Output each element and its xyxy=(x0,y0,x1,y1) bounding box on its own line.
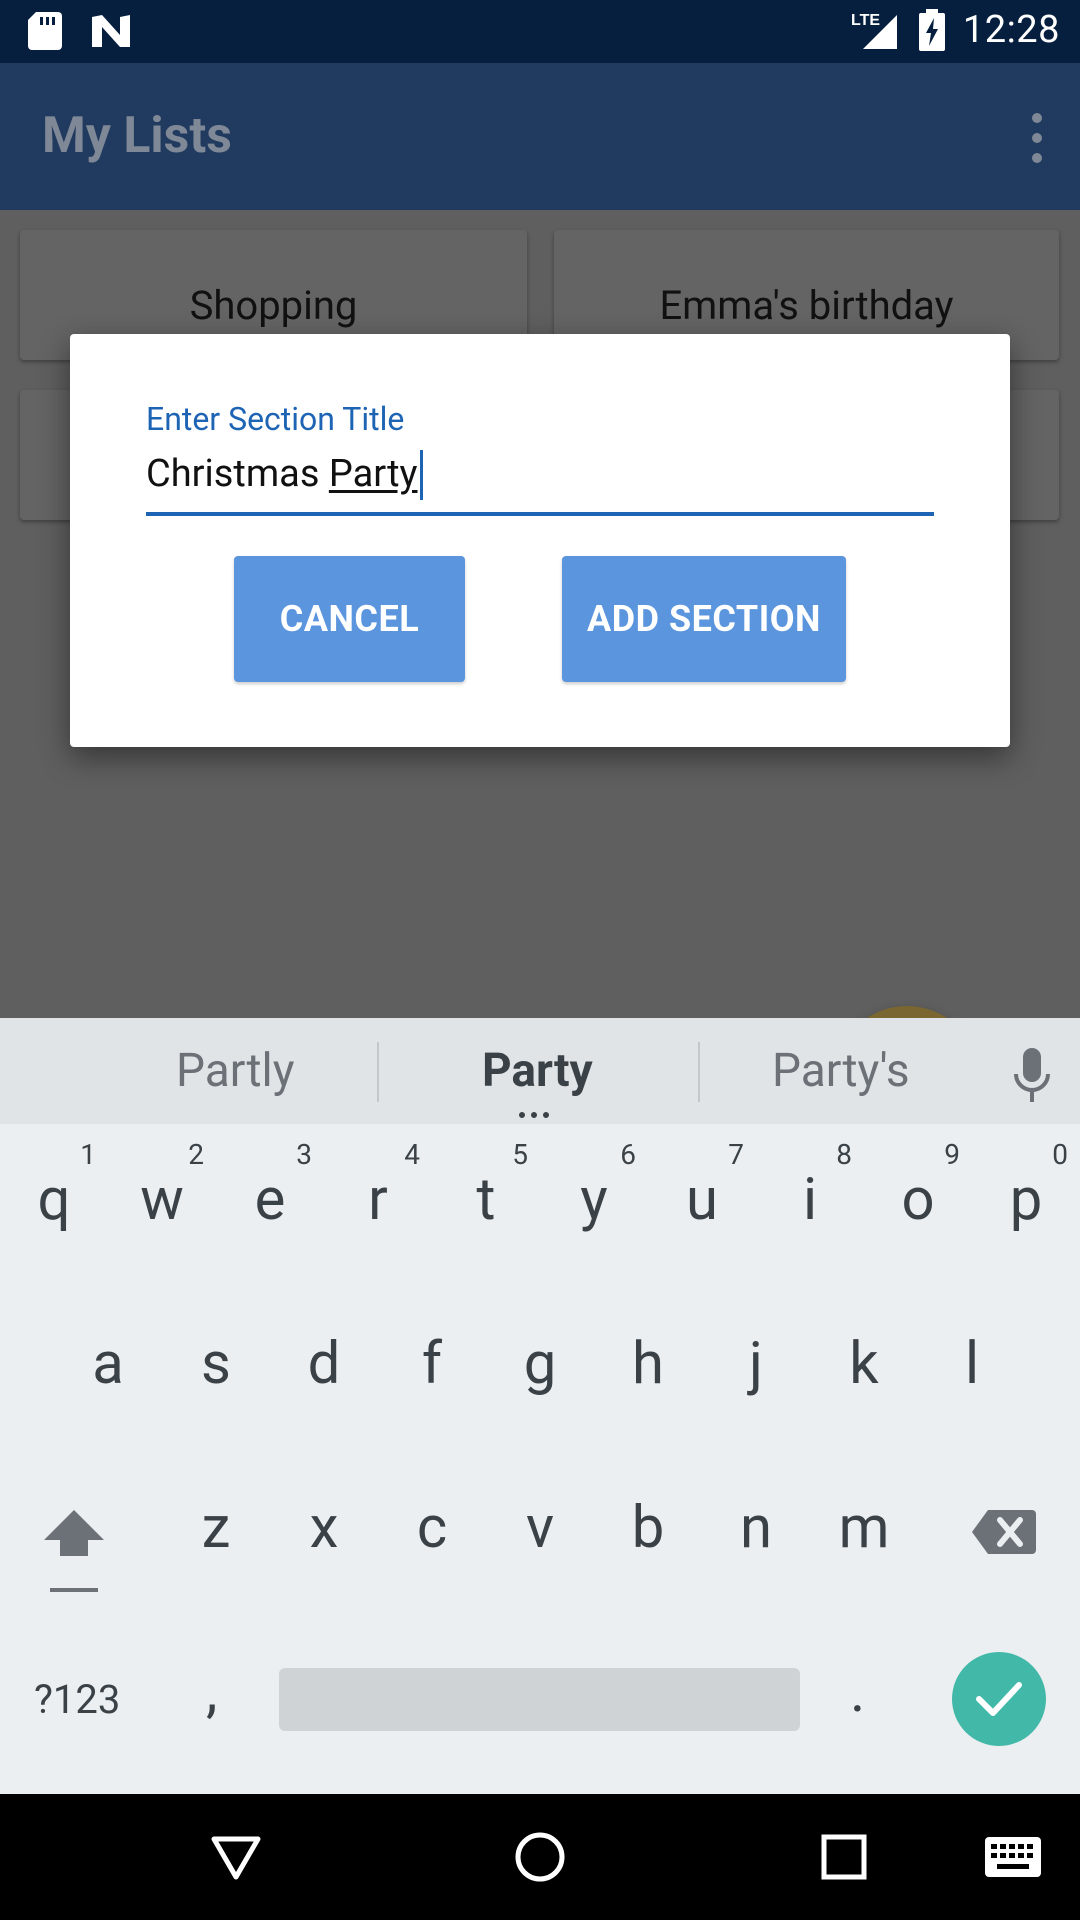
key-s[interactable]: s xyxy=(162,1288,270,1438)
section-title-label: Enter Section Title xyxy=(146,400,405,438)
key-m[interactable]: m xyxy=(810,1452,918,1602)
key-label: t xyxy=(476,1166,496,1234)
shift-icon[interactable] xyxy=(42,1506,106,1606)
list-card-label: Emma's birthday xyxy=(659,281,954,329)
key-y[interactable]: 6y xyxy=(540,1124,648,1274)
key-i[interactable]: 8i xyxy=(756,1124,864,1274)
back-icon[interactable] xyxy=(196,1794,276,1920)
key-label: j xyxy=(749,1330,763,1398)
key-r[interactable]: 4r xyxy=(324,1124,432,1274)
key-label: x xyxy=(309,1494,339,1562)
key-e[interactable]: 3e xyxy=(216,1124,324,1274)
list-card-label: Shopping xyxy=(189,281,358,329)
battery-charging-icon xyxy=(918,9,945,51)
navigation-bar xyxy=(0,1794,1080,1920)
key-label: u xyxy=(686,1166,718,1234)
key-p[interactable]: 0p xyxy=(972,1124,1080,1274)
space-bar[interactable] xyxy=(279,1668,800,1731)
key-label: y xyxy=(580,1166,608,1234)
divider xyxy=(698,1042,700,1102)
key-c[interactable]: c xyxy=(378,1452,486,1602)
key-label: z xyxy=(201,1494,231,1562)
key-x[interactable]: x xyxy=(270,1452,378,1602)
suggestion-1[interactable]: Partly xyxy=(176,1044,295,1098)
backspace-icon[interactable] xyxy=(972,1508,1036,1556)
page-title: My Lists xyxy=(42,107,232,165)
keyboard-icon[interactable] xyxy=(968,1794,1058,1920)
key-label: v xyxy=(525,1494,555,1562)
key-label: e xyxy=(254,1166,286,1234)
home-icon[interactable] xyxy=(500,1794,580,1920)
overflow-menu-icon[interactable] xyxy=(1022,113,1052,163)
key-label: i xyxy=(802,1166,818,1234)
suggestion-2[interactable]: Party xyxy=(482,1044,593,1098)
key-label: c xyxy=(416,1494,448,1562)
input-text: Christmas Party xyxy=(146,452,418,496)
suggestion-strip: Partly Party Party's xyxy=(0,1018,1080,1124)
period-key[interactable]: . xyxy=(850,1658,865,1726)
more-suggestions-dots xyxy=(519,1112,549,1118)
key-label: q xyxy=(37,1166,71,1234)
key-u[interactable]: 7u xyxy=(648,1124,756,1274)
key-label: m xyxy=(838,1494,890,1562)
key-d[interactable]: d xyxy=(270,1288,378,1438)
key-label: s xyxy=(201,1330,231,1398)
key-o[interactable]: 9o xyxy=(864,1124,972,1274)
key-label: o xyxy=(901,1166,935,1234)
clock: 12:28 xyxy=(962,8,1060,52)
key-label: a xyxy=(92,1330,124,1398)
checkmark-icon xyxy=(976,1682,1022,1716)
key-label: l xyxy=(964,1330,980,1398)
key-label: k xyxy=(849,1330,879,1398)
section-title-input[interactable]: Christmas Party xyxy=(146,450,934,516)
microphone-icon[interactable] xyxy=(1012,1048,1052,1108)
key-g[interactable]: g xyxy=(486,1288,594,1438)
key-k[interactable]: k xyxy=(810,1288,918,1438)
key-t[interactable]: 5t xyxy=(432,1124,540,1274)
key-h[interactable]: h xyxy=(594,1288,702,1438)
sd-card-icon xyxy=(28,12,62,50)
network-label: LTE xyxy=(851,12,880,29)
add-section-button[interactable]: ADD SECTION xyxy=(562,556,846,682)
symbols-key[interactable]: ?123 xyxy=(34,1676,120,1723)
text-cursor xyxy=(419,450,423,500)
key-q[interactable]: 1q xyxy=(0,1124,108,1274)
key-z[interactable]: z xyxy=(162,1452,270,1602)
key-label: g xyxy=(523,1330,557,1398)
add-section-dialog: Enter Section Title Christmas Party CANC… xyxy=(70,334,1010,747)
key-label: h xyxy=(632,1330,664,1398)
status-bar: LTE 12:28 xyxy=(0,0,1080,63)
comma-key[interactable]: , xyxy=(206,1658,217,1726)
enter-key[interactable] xyxy=(952,1652,1046,1746)
cancel-button[interactable]: CANCEL xyxy=(234,556,465,682)
key-v[interactable]: v xyxy=(486,1452,594,1602)
key-n[interactable]: n xyxy=(702,1452,810,1602)
key-label: d xyxy=(307,1330,341,1398)
key-label: w xyxy=(140,1166,184,1234)
key-f[interactable]: f xyxy=(378,1288,486,1438)
key-label: f xyxy=(421,1330,443,1398)
key-label: p xyxy=(1009,1166,1043,1234)
key-j[interactable]: j xyxy=(702,1288,810,1438)
key-a[interactable]: a xyxy=(54,1288,162,1438)
signal-icon: LTE xyxy=(851,12,897,49)
app-bar: My Lists xyxy=(0,63,1080,210)
soft-keyboard: Partly Party Party's 1q2w3e4r5t6y7u8i9o0… xyxy=(0,1018,1080,1794)
divider xyxy=(377,1042,379,1102)
n-logo-icon xyxy=(92,15,130,47)
key-w[interactable]: 2w xyxy=(108,1124,216,1274)
recents-icon[interactable] xyxy=(804,1794,884,1920)
key-l[interactable]: l xyxy=(918,1288,1026,1438)
key-label: r xyxy=(368,1166,388,1234)
composing-word: Party xyxy=(328,452,418,496)
key-label: b xyxy=(631,1494,665,1562)
suggestion-3[interactable]: Party's xyxy=(772,1044,910,1098)
key-b[interactable]: b xyxy=(594,1452,702,1602)
key-label: n xyxy=(739,1494,773,1562)
